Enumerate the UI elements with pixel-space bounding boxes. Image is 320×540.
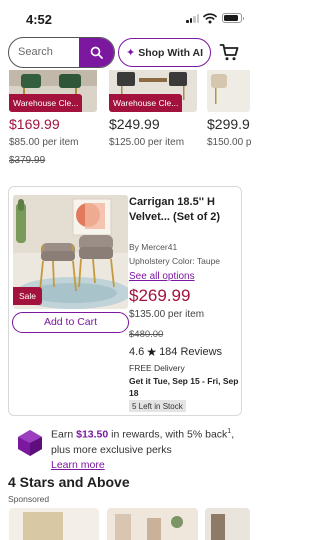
star-icon: ★ [146, 345, 158, 359]
add-to-cart-button[interactable]: Add to Cart [12, 312, 129, 333]
carousel-original-price: $379.99 [9, 155, 46, 166]
product-title[interactable]: Carrigan 18.5'' H Velvet... (Set of 2) [129, 195, 241, 224]
product-brand: By Mercer41 [129, 242, 178, 252]
carousel-price: $169.99 [9, 116, 60, 132]
delivery-eta: Get it Tue, Sep 15 - Fri, Sep 18 [129, 376, 239, 398]
product-image [205, 508, 250, 540]
product-upholstery: Upholstery Color: Taupe [129, 256, 221, 266]
sponsored-item-image[interactable] [9, 508, 99, 540]
stock-badge: 5 Left in Stock [129, 400, 186, 412]
carousel-item-image[interactable]: Warehouse Cle... [9, 70, 97, 112]
product-image-container[interactable]: Sale [13, 195, 128, 309]
rewards-icon [18, 430, 42, 456]
product-price: $269.99 [129, 286, 191, 305]
cart-icon[interactable] [219, 42, 239, 62]
search-icon [90, 46, 103, 59]
cellular-signal-icon [186, 14, 200, 23]
search-placeholder: Search [18, 46, 53, 58]
product-image [107, 508, 198, 540]
carousel-item-image[interactable] [207, 70, 250, 112]
sponsored-item-image[interactable] [205, 508, 250, 540]
search-button[interactable] [79, 38, 114, 67]
carousel-price: $299.9 [207, 116, 250, 132]
carousel-per-item: $150.00 p [207, 137, 252, 148]
carousel-price: $249.99 [109, 116, 160, 132]
product-original-price: $480.00 [129, 329, 164, 340]
product-image [207, 70, 250, 112]
carousel-per-item: $125.00 per item [109, 137, 185, 148]
shop-with-ai-label: Shop With AI [138, 46, 204, 59]
section-title: 4 Stars and Above [8, 474, 130, 490]
product-per-item: $135.00 per item [129, 309, 205, 320]
battery-icon [222, 13, 244, 23]
search-input[interactable]: Search [8, 37, 115, 68]
clearance-tag: Warehouse Cle... [9, 94, 83, 112]
shipping-info: FREE Delivery [129, 363, 185, 373]
rating-value: 4.6 [129, 346, 145, 358]
sponsored-label: Sponsored [8, 494, 50, 504]
product-rating[interactable]: 4.6 ★ 184 Reviews [129, 345, 222, 359]
sparkle-icon: ✦ [125, 47, 136, 59]
review-count: 184 Reviews [159, 346, 223, 358]
product-card[interactable]: Sale Add to Cart Carrigan 18.5'' H Velve… [8, 186, 242, 416]
carousel-per-item: $85.00 per item [9, 137, 79, 148]
rewards-amount: $13.50 [76, 428, 109, 441]
product-image [9, 508, 99, 540]
rewards-message: Earn $13.50 in rewards, with 5% back1, p… [51, 424, 243, 473]
rewards-prefix: Earn [51, 428, 77, 441]
carousel-item-image[interactable]: Warehouse Cle... [109, 70, 197, 112]
sponsored-item-image[interactable] [107, 508, 198, 540]
shop-with-ai-button[interactable]: ✦ Shop With AI [118, 38, 211, 67]
see-all-options-link[interactable]: See all options [129, 271, 195, 282]
status-time: 4:52 [26, 12, 53, 27]
wifi-icon [203, 13, 217, 24]
rewards-suffix: in rewards, with 5% back [108, 428, 228, 441]
learn-more-link[interactable]: Learn more [51, 459, 105, 471]
sale-badge: Sale [13, 287, 43, 305]
status-bar: 4:52 [0, 0, 250, 38]
clearance-tag: Warehouse Cle... [109, 94, 183, 112]
